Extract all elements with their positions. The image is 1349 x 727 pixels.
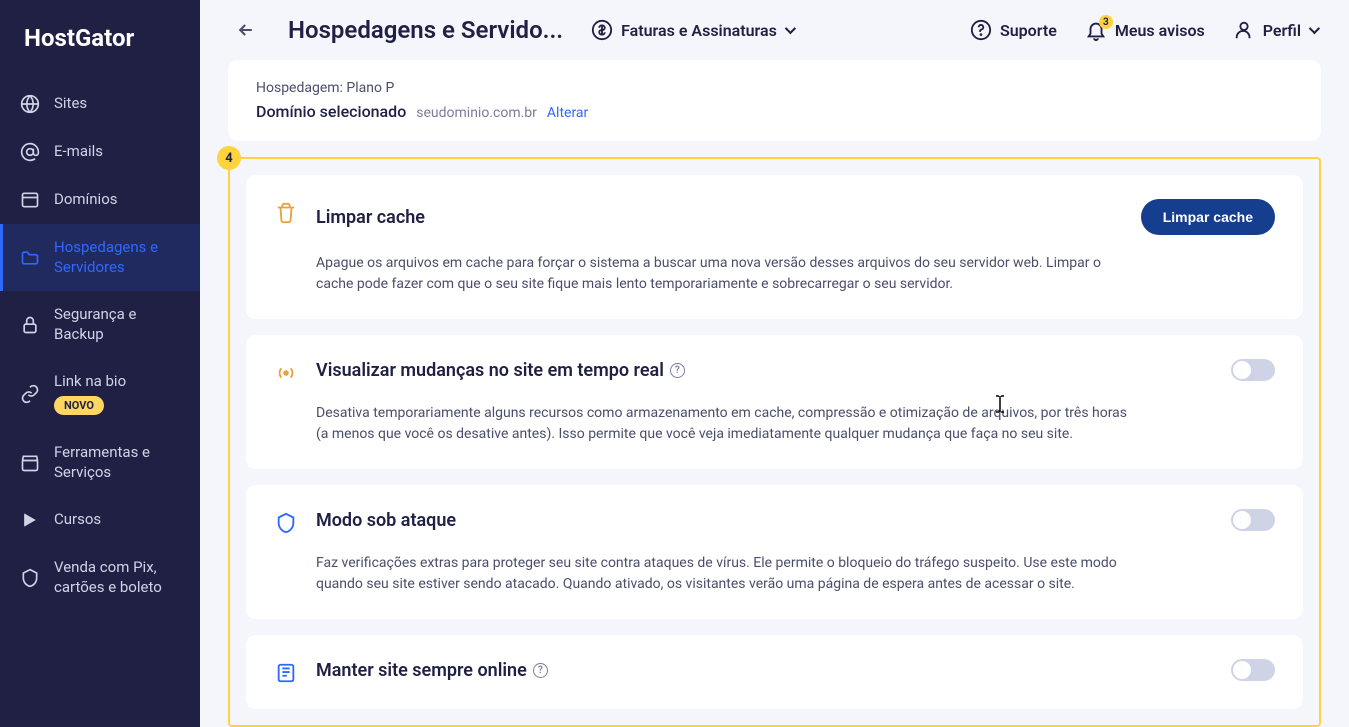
- sidebar-item-label: Venda com Pix, cartões e boleto: [54, 558, 180, 597]
- novo-badge: NOVO: [54, 396, 104, 415]
- domain-change-link[interactable]: Alterar: [547, 105, 588, 121]
- topbar-profile[interactable]: Perfil: [1233, 19, 1317, 41]
- card-desc: Apague os arquivos em cache para forçar …: [316, 253, 1136, 295]
- folder-icon: [20, 248, 40, 268]
- topbar-notices[interactable]: 3 Meus avisos: [1085, 19, 1205, 41]
- lock-icon: [20, 315, 40, 335]
- chevron-down-icon: [1309, 23, 1320, 34]
- sidebar-item-sites[interactable]: Sites: [0, 80, 200, 128]
- domain-value: seudominio.com.br: [416, 105, 537, 121]
- trash-icon: [274, 201, 298, 225]
- link-icon: [20, 384, 40, 404]
- sidebar-item-label: Segurança e Backup: [54, 305, 180, 344]
- sidebar-item-tools[interactable]: Ferramentas e Serviços: [0, 429, 200, 496]
- card-realtime-changes: Visualizar mudanças no site em tempo rea…: [246, 335, 1303, 469]
- help-icon: [970, 19, 992, 41]
- card-desc: Desativa temporariamente alguns recursos…: [316, 403, 1136, 445]
- sidebar-item-link-bio[interactable]: Link na bio NOVO: [0, 358, 200, 429]
- user-icon: [1233, 19, 1255, 41]
- realtime-toggle[interactable]: [1231, 359, 1275, 381]
- sidebar-item-label: Cursos: [54, 510, 101, 530]
- sidebar-item-security[interactable]: Segurança e Backup: [0, 291, 200, 358]
- card-clear-cache: Limpar cache Limpar cache Apague os arqu…: [246, 175, 1303, 319]
- always-online-toggle[interactable]: [1231, 659, 1275, 681]
- back-button[interactable]: [232, 16, 260, 44]
- chevron-down-icon: [785, 23, 796, 34]
- dollar-icon: [591, 19, 613, 41]
- domain-selected-label: Domínio selecionado: [256, 102, 406, 121]
- card-title: Limpar cache: [316, 207, 425, 228]
- topbar: Hospedagens e Servido... Faturas e Assin…: [200, 0, 1349, 60]
- highlight-box: 4 Limpar cache Limpar cache Apague os ar…: [228, 157, 1321, 727]
- plan-label: Hospedagem: Plano P: [256, 80, 1293, 96]
- sidebar-item-hosting[interactable]: Hospedagens e Servidores: [0, 224, 200, 291]
- online-icon: [274, 661, 298, 685]
- domain-card: Hospedagem: Plano P Domínio selecionado …: [228, 60, 1321, 141]
- notif-badge: 3: [1099, 15, 1113, 29]
- card-title: Manter site sempre online ?: [316, 660, 548, 681]
- broadcast-icon: [274, 361, 298, 385]
- bell-icon: 3: [1085, 19, 1107, 41]
- sidebar-item-label: Ferramentas e Serviços: [54, 443, 180, 482]
- sidebar-item-label: Link na bio NOVO: [54, 372, 126, 415]
- card-title: Visualizar mudanças no site em tempo rea…: [316, 360, 685, 381]
- sidebar-item-sell[interactable]: Venda com Pix, cartões e boleto: [0, 544, 200, 611]
- at-icon: [20, 142, 40, 162]
- help-tooltip-icon[interactable]: ?: [533, 663, 548, 678]
- sidebar-item-label: E-mails: [54, 142, 103, 162]
- page-title: Hospedagens e Servido...: [288, 16, 563, 44]
- shield-icon: [20, 568, 40, 588]
- card-under-attack: Modo sob ataque Faz verificações extras …: [246, 485, 1303, 619]
- clear-cache-button[interactable]: Limpar cache: [1141, 199, 1275, 235]
- help-tooltip-icon[interactable]: ?: [670, 363, 685, 378]
- card-title: Modo sob ataque: [316, 510, 456, 531]
- under-attack-toggle[interactable]: [1231, 509, 1275, 531]
- sidebar-item-emails[interactable]: E-mails: [0, 128, 200, 176]
- card-always-online: Manter site sempre online ?: [246, 635, 1303, 709]
- highlight-marker: 4: [217, 146, 241, 170]
- sidebar-item-label: Sites: [54, 94, 87, 114]
- play-icon: [20, 510, 40, 530]
- topbar-invoices[interactable]: Faturas e Assinaturas: [591, 19, 793, 41]
- main-content: Hospedagens e Servido... Faturas e Assin…: [200, 0, 1349, 727]
- sidebar-item-courses[interactable]: Cursos: [0, 496, 200, 544]
- shield-check-icon: [274, 511, 298, 535]
- topbar-support[interactable]: Suporte: [970, 19, 1057, 41]
- sidebar-item-domains[interactable]: Domínios: [0, 176, 200, 224]
- card-desc: Faz verificações extras para proteger se…: [316, 553, 1136, 595]
- sidebar-item-label: Hospedagens e Servidores: [54, 238, 180, 277]
- globe-icon: [20, 94, 40, 114]
- domain-icon: [20, 190, 40, 210]
- store-icon: [20, 453, 40, 473]
- sidebar-item-label: Domínios: [54, 190, 118, 210]
- sidebar: HostGator Sites E-mails Domínios Hospeda…: [0, 0, 200, 727]
- brand-logo: HostGator: [0, 24, 200, 80]
